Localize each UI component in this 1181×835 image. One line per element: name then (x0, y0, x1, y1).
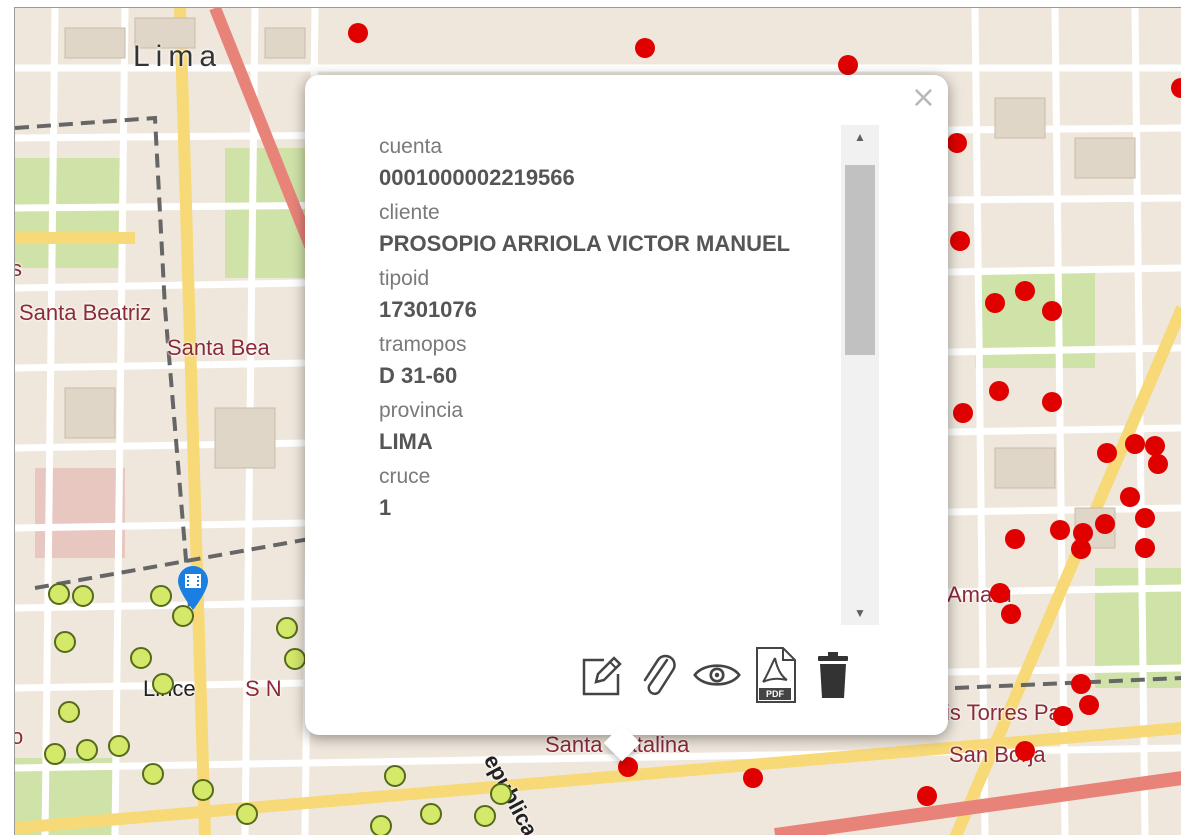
map-label-luis-torres: is Torres Paz (945, 700, 1072, 725)
video-marker-pin-icon[interactable] (176, 565, 210, 611)
close-button[interactable]: × (911, 83, 936, 113)
field-label-cuenta: cuenta (379, 135, 443, 158)
scroll-down-button[interactable]: ▼ (841, 601, 879, 625)
popup-content[interactable]: cuenta 0001000002219566 cliente PROSOPIO… (379, 129, 839, 625)
popup-action-toolbar: PDF (577, 647, 857, 703)
map-label-lince: Lince (143, 676, 196, 701)
scroll-up-button[interactable]: ▲ (841, 125, 879, 149)
field-value-cuenta: 0001000002219566 (379, 165, 575, 190)
delete-button[interactable] (809, 647, 857, 703)
trash-icon (818, 652, 848, 698)
eye-icon (693, 664, 741, 686)
popup-scrollbar[interactable]: ▲ ▼ (841, 125, 879, 625)
field-label-tipoid: tipoid (379, 267, 430, 290)
map-label-san-borja: San Borja (949, 742, 1046, 767)
scroll-thumb[interactable] (845, 165, 875, 355)
field-label-tramopos: tramopos (379, 333, 467, 356)
map-label-o: o (15, 724, 23, 750)
map-label-amaru: Amaru (947, 582, 1012, 607)
pdf-button[interactable]: PDF (751, 647, 799, 703)
map-label-s: s (15, 256, 22, 282)
field-value-tramopos: D 31-60 (379, 363, 458, 388)
info-popup: × cuenta 0001000002219566 cliente PROSOP… (305, 75, 948, 762)
edit-button[interactable] (577, 647, 625, 703)
paperclip-icon (643, 654, 676, 695)
field-label-cliente: cliente (379, 201, 440, 224)
field-value-provincia: LIMA (379, 429, 433, 454)
view-button[interactable] (693, 647, 741, 703)
field-label-provincia: provincia (379, 399, 464, 422)
map-label-santa-beatriz: Santa Beatriz (19, 300, 152, 325)
field-value-tipoid: 17301076 (379, 297, 477, 322)
map-label-sn: S N (245, 676, 282, 701)
pdf-icon-text: PDF (766, 689, 785, 699)
field-value-cruce: 1 (379, 495, 392, 520)
attach-button[interactable] (635, 647, 683, 703)
field-value-cliente: PROSOPIO ARRIOLA VICTOR MANUEL (379, 231, 791, 256)
field-label-cruce: cruce (379, 465, 431, 488)
edit-icon (582, 656, 622, 696)
map-label-lima: Lima (133, 40, 223, 73)
map-label-santa-bea: Santa Bea (167, 335, 270, 360)
pdf-icon: PDF (756, 647, 796, 703)
